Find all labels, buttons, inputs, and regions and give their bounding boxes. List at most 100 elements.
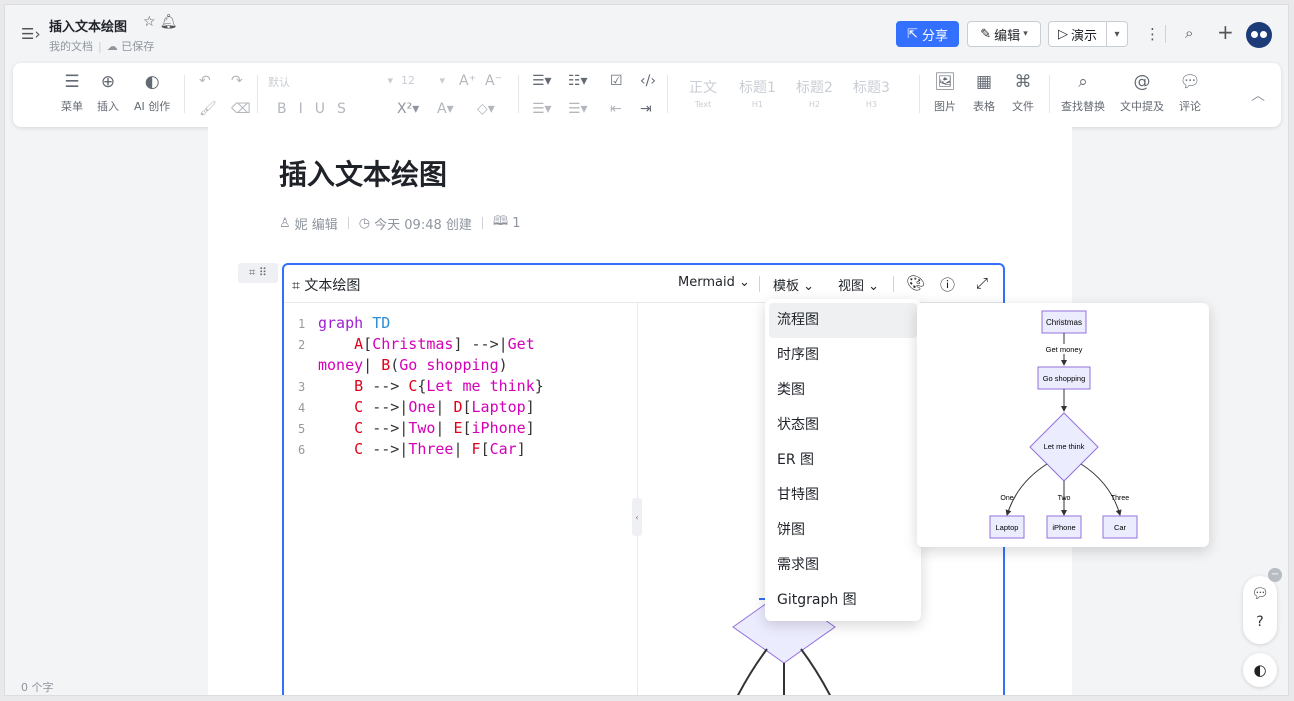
page-title[interactable]: 插入文本绘图: [279, 153, 447, 193]
close-icon[interactable]: −: [1268, 568, 1282, 582]
engine-select[interactable]: Mermaid ⌄: [678, 275, 750, 290]
toolbar-file[interactable]: ⌘ 文件: [1012, 71, 1034, 114]
toolbar-mention[interactable]: @ 文中提及: [1120, 71, 1164, 114]
template-option-pie[interactable]: 饼图: [769, 513, 917, 548]
plus-circle-icon: ⊕: [100, 72, 116, 92]
toolbar-image-label: 图片: [934, 100, 956, 113]
template-option-er[interactable]: ER 图: [769, 443, 917, 478]
collapse-icon[interactable]: ︿: [1251, 85, 1265, 105]
highlight-icon[interactable]: ◇▾: [477, 101, 495, 117]
line-height-icon[interactable]: ☰▾: [532, 101, 552, 117]
template-option-gantt[interactable]: 甘特图: [769, 478, 917, 513]
template-option-requirement[interactable]: 需求图: [769, 548, 917, 583]
ordered-list-icon[interactable]: ☷▾: [568, 73, 588, 89]
avatar[interactable]: [1246, 22, 1272, 48]
align-icon[interactable]: ☰▾: [568, 101, 588, 117]
find-icon: ⌕: [1078, 72, 1088, 92]
font-color-icon[interactable]: A▾: [437, 101, 454, 117]
template-option-state[interactable]: 状态图: [769, 408, 917, 443]
task-list-icon[interactable]: ☑: [610, 73, 623, 89]
divider: [518, 75, 519, 113]
divider: [1165, 25, 1166, 43]
style-h3[interactable]: 标题3 H3: [853, 77, 890, 109]
present-icon: ▷: [1057, 26, 1068, 42]
divider: [893, 276, 894, 292]
star-icon[interactable]: ☆: [143, 14, 160, 30]
redo-icon[interactable]: ↷: [231, 73, 243, 89]
style-label: 标题3: [853, 80, 890, 96]
divider: [347, 217, 349, 229]
text-style-icons[interactable]: BIUS: [277, 101, 358, 117]
edit-mode-button[interactable]: ✎ 编辑 ▾: [967, 21, 1041, 47]
bell-icon[interactable]: 🔔︎: [160, 14, 182, 30]
bullet-list-icon[interactable]: ☰▾: [532, 73, 552, 89]
format-painter-icon[interactable]: 🖌︎: [199, 101, 217, 117]
code-line: 4 C -->|One| D[Laptop]: [298, 397, 535, 419]
font-shrink-icon[interactable]: A⁻: [485, 73, 502, 89]
font-grow-icon[interactable]: A⁺: [459, 73, 476, 89]
font-family-select[interactable]: 默认 ▾: [268, 74, 393, 94]
book-icon: 🕮︎: [492, 214, 509, 229]
divider: [919, 75, 920, 113]
toolbar-ai[interactable]: ◐ AI 创作: [134, 71, 170, 114]
plus-icon[interactable]: +: [1217, 20, 1234, 44]
breadcrumb-my-docs[interactable]: 我的文档: [49, 40, 93, 53]
block-drag-handle[interactable]: ⌗ ⠿: [238, 263, 278, 283]
expand-icon[interactable]: ⤢: [976, 274, 988, 292]
more-icon[interactable]: ⋮: [1145, 25, 1160, 43]
search-icon[interactable]: ⌕: [1185, 24, 1193, 42]
style-text[interactable]: 正文 Text: [689, 77, 717, 109]
template-option-class[interactable]: 类图: [769, 373, 917, 408]
template-preview: Christmas Get money Go shopping Let me t…: [917, 303, 1209, 547]
help-icon[interactable]: ?: [1243, 614, 1277, 630]
toolbar-menu-label: 菜单: [61, 100, 83, 113]
outdent-icon[interactable]: ⇤: [610, 101, 622, 117]
style-sub: H1: [751, 100, 764, 109]
present-label: 演示: [1070, 28, 1097, 44]
edge: [800, 648, 832, 695]
superscript-icon[interactable]: X²▾: [397, 101, 419, 117]
template-option-gitgraph[interactable]: Gitgraph 图: [769, 583, 917, 618]
eraser-icon[interactable]: ⌫: [231, 101, 251, 117]
toolbar-find-replace[interactable]: ⌕ 查找替换: [1061, 71, 1105, 114]
toolbar-image[interactable]: 🖼︎ 图片: [934, 71, 956, 114]
menu-icon: ☰: [64, 72, 80, 92]
code-icon[interactable]: ‹/›: [640, 73, 656, 89]
template-option-sequence[interactable]: 时序图: [769, 338, 917, 373]
theme-icon[interactable]: ◐: [1243, 653, 1277, 687]
toolbar-menu[interactable]: ☰ 菜单: [61, 71, 83, 114]
toolbar-comment[interactable]: 💬︎ 评论: [1179, 71, 1201, 114]
style-label: 标题1: [739, 80, 776, 96]
palette-icon[interactable]: 🎨︎: [906, 274, 925, 292]
doc-title[interactable]: 插入文本绘图: [49, 16, 127, 35]
divider: [667, 75, 668, 113]
present-button[interactable]: ▷ 演示 ▾: [1048, 21, 1128, 47]
help-icon[interactable]: ⓘ: [940, 274, 955, 295]
feedback-icon[interactable]: 💬︎: [1243, 586, 1277, 602]
template-select[interactable]: 模板 ⌄: [773, 275, 814, 294]
view-select[interactable]: 视图 ⌄: [838, 275, 879, 294]
code-line: 5 C -->|Two| E[iPhone]: [298, 418, 535, 440]
top-bar: ☰› 插入文本绘图 ☆🔔︎ 我的文档 | ☁ 已保存 ⇱ 分享 ✎ 编辑 ▾ ▷ 演…: [5, 5, 1288, 63]
share-button[interactable]: ⇱ 分享: [896, 21, 959, 47]
undo-icon[interactable]: ↶: [199, 73, 211, 89]
toolbar-insert[interactable]: ⊕ 插入: [97, 71, 119, 114]
present-dropdown-toggle[interactable]: ▾: [1107, 29, 1127, 40]
doc-created: 今天 09:48 创建: [374, 217, 472, 233]
flow-node-d-label: Laptop: [996, 523, 1019, 532]
indent-icon[interactable]: ⇥: [640, 101, 652, 117]
style-h1[interactable]: 标题1 H1: [739, 77, 776, 109]
style-h2[interactable]: 标题2 H2: [796, 77, 833, 109]
template-option-flowchart[interactable]: 流程图: [769, 303, 917, 338]
chevron-down-icon: ▾: [1023, 29, 1028, 39]
divider: [1049, 75, 1050, 113]
toolbar-table[interactable]: ▦ 表格: [973, 71, 995, 114]
flow-edge-ab-label: Get money: [1046, 345, 1083, 354]
code-editor[interactable]: 1 graph TD 2 A[Christmas] -->|Get money| …: [284, 303, 638, 695]
diagram-header: ⌗ 文本绘图 Mermaid ⌄ 模板 ⌄ 视图 ⌄ 🎨︎ ⓘ ⤢: [284, 265, 1003, 303]
doc-reads: 1: [512, 215, 521, 231]
doc-author[interactable]: 妮 编辑: [295, 214, 338, 233]
menu-toggle-icon[interactable]: ☰›: [21, 25, 40, 43]
font-size-select[interactable]: 12 ▾: [401, 74, 445, 94]
format-toolbar: ☰ 菜单 ⊕ 插入 ◐ AI 创作 ↶ ↷ 🖌︎ ⌫ 默认 ▾ 12 ▾ A⁺ A⁻…: [13, 63, 1281, 127]
